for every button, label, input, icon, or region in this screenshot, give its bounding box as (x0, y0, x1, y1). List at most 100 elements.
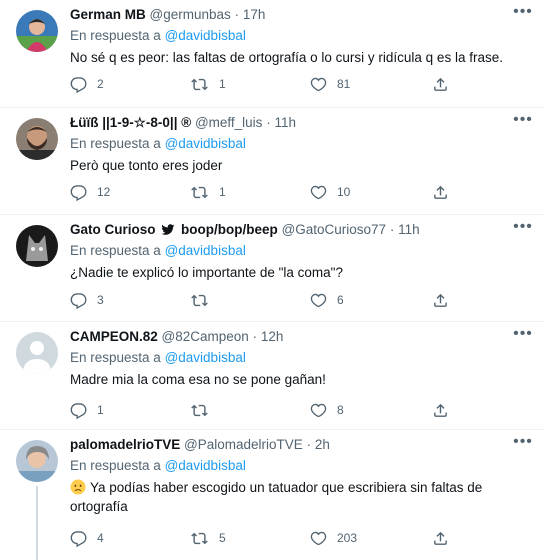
mention-link[interactable]: @davidbisbal (165, 28, 246, 43)
like-count: 10 (337, 185, 351, 199)
reply-button[interactable]: 2 (70, 74, 104, 94)
avatar[interactable] (16, 440, 58, 482)
user-handle[interactable]: @GatoCurioso77 (282, 222, 387, 237)
retweet-icon (191, 78, 208, 90)
mention-link[interactable]: @davidbisbal (165, 136, 246, 151)
retweet-icon (191, 186, 208, 198)
share-icon (434, 293, 447, 307)
twitter-bird-icon (161, 224, 175, 235)
share-icon (434, 403, 447, 417)
reply-count: 4 (97, 531, 104, 545)
tweet[interactable]: ••• Łüïß ||1-9-☆-8-0|| ® @meff_luis · 11… (0, 108, 545, 215)
timestamp[interactable]: 11h (274, 115, 296, 130)
user-handle[interactable]: @82Campeon (162, 329, 249, 344)
thread-line (36, 486, 38, 560)
separator: · (252, 329, 258, 344)
like-button[interactable]: 81 (310, 74, 350, 94)
reply-count: 3 (97, 293, 104, 307)
retweet-count: 1 (219, 77, 226, 91)
retweet-count: 1 (219, 185, 226, 199)
like-button[interactable]: 6 (310, 290, 344, 310)
reply-prefix: En respuesta a (70, 28, 161, 43)
tweet-header: Gato Curioso boop/bop/beep @GatoCurioso7… (70, 221, 529, 239)
reply-count: 2 (97, 77, 104, 91)
reply-icon (70, 530, 87, 547)
display-name[interactable]: Łüïß ||1-9-☆-8-0|| ® (70, 115, 191, 130)
share-icon (434, 531, 447, 545)
action-bar: 2 1 81 (70, 74, 545, 94)
display-name[interactable]: Gato Curioso (70, 222, 156, 237)
tweet-header: German MB @germunbas · 17h (70, 6, 529, 24)
user-handle[interactable]: @germunbas (150, 7, 231, 22)
user-handle[interactable]: @PalomadelrioTVE (184, 437, 303, 452)
tweet[interactable]: ••• palomadelrioTVE @PalomadelrioTVE · 2… (0, 430, 545, 560)
timestamp[interactable]: 17h (243, 7, 266, 22)
action-bar: 4 5 203 (70, 528, 545, 548)
like-count: 81 (337, 77, 351, 91)
action-bar: 12 1 10 (70, 182, 545, 202)
separator: · (234, 7, 240, 22)
like-count: 6 (337, 293, 344, 307)
like-button[interactable]: 10 (310, 182, 350, 202)
tweet-header: Łüïß ||1-9-☆-8-0|| ® @meff_luis · 11h (70, 114, 529, 132)
share-button[interactable] (432, 74, 459, 94)
reply-icon (70, 76, 87, 93)
action-bar: 3 6 (70, 290, 545, 310)
heart-icon (310, 293, 327, 307)
like-button[interactable]: 203 (310, 528, 357, 548)
display-name[interactable]: palomadelrioTVE (70, 437, 180, 452)
reply-prefix: En respuesta a (70, 458, 161, 473)
avatar[interactable] (16, 118, 58, 160)
reply-context: En respuesta a @davidbisbal (70, 27, 529, 45)
reply-count: 12 (97, 185, 111, 199)
retweet-button[interactable] (190, 400, 219, 420)
timestamp[interactable]: 11h (398, 222, 420, 237)
share-button[interactable] (432, 528, 459, 548)
reply-button[interactable]: 12 (70, 182, 110, 202)
reply-icon (70, 184, 87, 201)
user-handle[interactable]: @meff_luis (195, 115, 262, 130)
retweet-button[interactable]: 1 (190, 74, 226, 94)
timestamp[interactable]: 12h (261, 329, 284, 344)
tweet[interactable]: ••• German MB @germunbas · 17h En respue… (0, 0, 545, 108)
mention-link[interactable]: @davidbisbal (165, 458, 246, 473)
share-button[interactable] (432, 182, 459, 202)
reply-context: En respuesta a @davidbisbal (70, 242, 529, 260)
share-button[interactable] (432, 400, 459, 420)
reply-prefix: En respuesta a (70, 243, 161, 258)
retweet-button[interactable]: 1 (190, 182, 226, 202)
reply-count: 1 (97, 403, 104, 417)
reply-button[interactable]: 4 (70, 528, 104, 548)
share-icon (434, 185, 447, 199)
mention-link[interactable]: @davidbisbal (165, 243, 246, 258)
separator: · (306, 437, 312, 452)
tweet[interactable]: ••• CAMPEON.82 @82Campeon · 12h En respu… (0, 322, 545, 430)
share-icon (434, 77, 447, 91)
mention-link[interactable]: @davidbisbal (165, 350, 246, 365)
like-button[interactable]: 8 (310, 400, 344, 420)
reply-icon (70, 402, 87, 419)
reply-prefix: En respuesta a (70, 350, 161, 365)
reply-button[interactable]: 1 (70, 400, 104, 420)
tweet-text: Però que tonto eres joder (70, 158, 223, 173)
tweet[interactable]: ••• Gato Curioso boop/bop/beep @GatoCuri… (0, 215, 545, 322)
like-count: 8 (337, 403, 344, 417)
avatar[interactable] (16, 225, 58, 267)
display-name[interactable]: German MB (70, 7, 146, 22)
retweet-count: 5 (219, 531, 226, 545)
tweet-text: ¿Nadie te explicó lo importante de "la c… (70, 265, 343, 280)
retweet-button[interactable] (190, 290, 219, 310)
retweet-icon (191, 294, 208, 306)
timestamp[interactable]: 2h (315, 437, 330, 452)
display-name-suffix[interactable]: boop/bop/beep (181, 222, 278, 237)
avatar[interactable] (16, 332, 58, 374)
avatar[interactable] (16, 10, 58, 52)
reply-button[interactable]: 3 (70, 290, 104, 310)
display-name[interactable]: CAMPEON.82 (70, 329, 158, 344)
reply-context: En respuesta a @davidbisbal (70, 349, 529, 367)
retweet-button[interactable]: 5 (190, 528, 226, 548)
share-button[interactable] (432, 290, 459, 310)
separator: · (266, 115, 271, 130)
worried-face-emoji (70, 479, 86, 495)
tweet-text: Madre mia la coma esa no se pone gañan! (70, 372, 326, 387)
